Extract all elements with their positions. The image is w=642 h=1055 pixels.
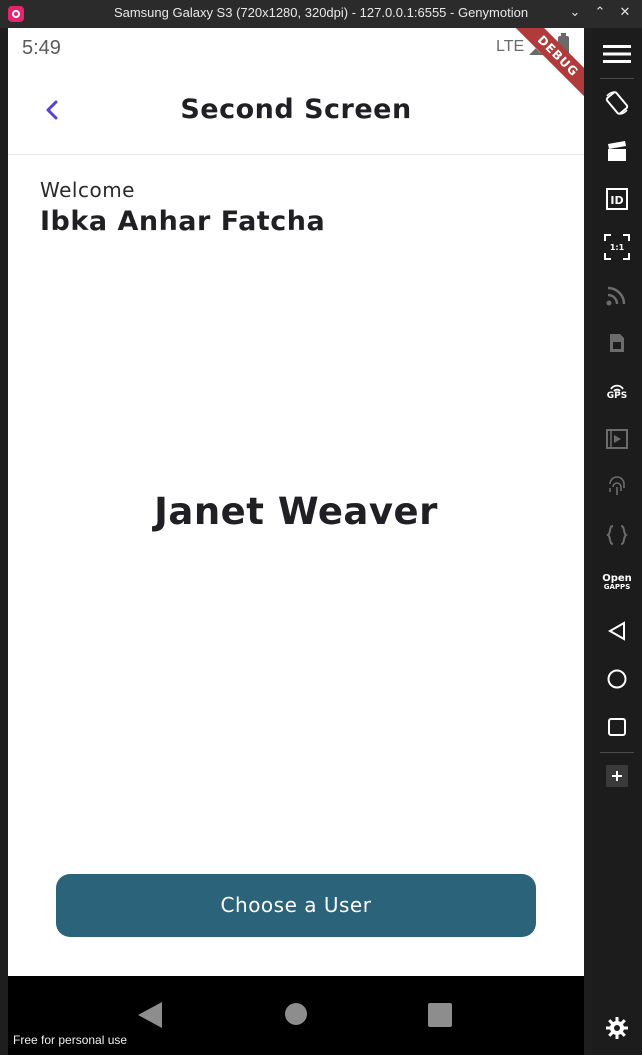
home-icon[interactable] <box>597 661 637 697</box>
media-icon[interactable] <box>597 421 637 457</box>
selected-user-name: Janet Weaver <box>154 490 438 533</box>
settings-icon[interactable] <box>597 1010 637 1046</box>
status-bar: 5:49 LTE <box>8 28 584 68</box>
welcome-label: Welcome <box>40 178 135 202</box>
sim-icon[interactable] <box>597 325 637 361</box>
scale-icon[interactable]: 1:1 <box>597 229 637 265</box>
back-icon[interactable] <box>597 613 637 649</box>
genymotion-toolbar: ID 1:1 GPS Open GAPPS <box>592 28 642 1055</box>
page-title: Second Screen <box>180 94 412 125</box>
license-text: Free for personal use <box>13 1033 128 1047</box>
plus-icon[interactable] <box>597 758 637 794</box>
fingerprint-icon[interactable] <box>597 469 637 505</box>
maximize-chevron-icon[interactable]: ⌃ <box>591 4 609 22</box>
gps-icon[interactable]: GPS <box>597 373 637 409</box>
code-braces-icon[interactable] <box>597 517 637 553</box>
minimize-chevron-icon[interactable]: ⌄ <box>566 4 584 22</box>
app-bar: Second Screen <box>8 68 584 155</box>
choose-user-button[interactable]: Choose a User <box>56 874 536 937</box>
id-icon[interactable]: ID <box>597 181 637 217</box>
user-name: Ibka Anhar Fatcha <box>40 206 326 237</box>
toolbar-divider <box>600 752 634 753</box>
svg-text:ID: ID <box>610 194 623 207</box>
svg-text:1:1: 1:1 <box>610 243 625 252</box>
network-type: LTE <box>496 38 525 55</box>
recent-apps-icon[interactable] <box>597 709 637 745</box>
camera-clapper-icon[interactable] <box>597 133 637 169</box>
toolbar-divider <box>600 78 634 79</box>
window-title: Samsung Galaxy S3 (720x1280, 320dpi) - 1… <box>113 5 529 20</box>
device-screen: 5:49 LTE DEBUG Second Screen Welcome Ibk… <box>8 28 584 976</box>
cast-icon[interactable] <box>597 277 637 313</box>
nav-recent-apps-icon[interactable] <box>428 1003 452 1027</box>
nav-home-icon[interactable] <box>285 1003 307 1025</box>
close-icon[interactable]: ✕ <box>616 4 634 22</box>
menu-icon[interactable] <box>597 36 637 72</box>
window-title-bar: Samsung Galaxy S3 (720x1280, 320dpi) - 1… <box>0 0 642 28</box>
status-time: 5:49 <box>22 37 61 59</box>
rotate-icon[interactable] <box>597 85 637 121</box>
open-gapps-icon[interactable]: Open GAPPS <box>597 565 637 601</box>
nav-back-icon[interactable] <box>138 1002 162 1028</box>
